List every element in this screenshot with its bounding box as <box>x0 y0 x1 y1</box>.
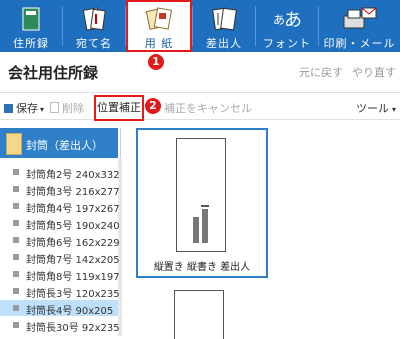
save-icon <box>4 104 13 113</box>
callout-1: 1 <box>148 54 164 70</box>
list-item-label: 封筒角3号 216x277 <box>26 187 120 198</box>
envelope-thumbnail <box>176 138 226 252</box>
list-item[interactable]: 封筒角8号 119x197 <box>0 266 120 283</box>
tab-label: 宛て名 <box>76 37 112 50</box>
list-item-label: 封筒角8号 119x197 <box>26 272 120 283</box>
bullet-icon <box>13 305 19 311</box>
bullet-icon <box>13 203 19 209</box>
trash-icon <box>50 102 59 113</box>
tab-font[interactable]: ああ フォント <box>256 0 318 52</box>
tab-paper[interactable]: 用 紙 <box>126 0 192 52</box>
tools-menu[interactable]: ツール ▾ <box>356 100 396 116</box>
paper-list: 封筒（差出人） 封筒角2号 240x332 封筒角3号 216x277 封筒角4… <box>0 128 122 336</box>
sender-text-bar <box>193 217 199 243</box>
ribbon: 住所録 宛て名 用 紙 差出人 ああ フォント 印刷・メール <box>0 0 400 52</box>
position-adjust-button[interactable]: 位置補正 <box>94 95 144 121</box>
svg-text:あ: あ <box>284 10 302 30</box>
sender-text-bar <box>202 209 208 243</box>
bullet-icon <box>13 254 19 260</box>
category-envelope-sender[interactable]: 封筒（差出人） <box>0 128 118 158</box>
tab-print-mail[interactable]: 印刷・メール <box>319 0 400 52</box>
category-label: 封筒（差出人） <box>26 139 103 152</box>
list-item[interactable]: 封筒角7号 142x205 <box>0 249 120 266</box>
bullet-icon <box>13 288 19 294</box>
list-item-label: 封筒長3号 120x235 <box>26 289 120 300</box>
bullet-icon <box>13 186 19 192</box>
undo-button[interactable]: 元に戻す <box>299 64 343 80</box>
bullet-icon <box>13 237 19 243</box>
callout-2: 2 <box>145 98 161 114</box>
list-item-label: 封筒長30号 92x235 <box>26 323 120 334</box>
cancel-adjust-button[interactable]: 補正をキャンセル <box>164 100 252 116</box>
delete-label: 削除 <box>62 102 84 115</box>
tab-address-book[interactable]: 住所録 <box>0 0 62 52</box>
list-item-selected[interactable]: 封筒長4号 90x205 <box>0 300 118 317</box>
tab-label: 住所録 <box>13 37 49 50</box>
tab-label: 用 紙 <box>144 37 174 50</box>
chevron-down-icon: ▾ <box>392 105 397 114</box>
tab-address[interactable]: 宛て名 <box>63 0 125 52</box>
tab-label: フォント <box>263 37 311 50</box>
list-item-label: 封筒角2号 240x332 <box>26 170 120 181</box>
list-item-label: 封筒長4号 90x205 <box>26 306 114 317</box>
bullet-icon <box>13 169 19 175</box>
delete-button[interactable]: 削除 <box>50 100 84 116</box>
list-item[interactable]: 封筒角6号 162x229 <box>0 232 120 249</box>
layout-caption: 縦置き 縦書き 差出人 <box>153 262 251 273</box>
layout-preview-next[interactable] <box>174 290 224 339</box>
sender-card-icon <box>210 6 238 32</box>
paper-icon <box>145 6 173 32</box>
list-item[interactable]: 封筒長3号 120x235 <box>0 283 120 300</box>
address-book-icon <box>17 6 45 32</box>
list-item-label: 封筒角7号 142x205 <box>26 255 120 266</box>
address-card-icon <box>80 6 108 32</box>
layout-preview-selected[interactable]: 縦置き 縦書き 差出人 <box>136 128 268 278</box>
redo-button[interactable]: やり直す <box>352 64 396 80</box>
list-item[interactable]: 封筒角4号 197x267 <box>0 198 120 215</box>
bullet-icon <box>13 322 19 328</box>
bullet-icon <box>13 220 19 226</box>
tab-label: 差出人 <box>206 37 242 50</box>
bullet-icon <box>13 271 19 277</box>
list-item-label: 封筒角6号 162x229 <box>26 238 120 249</box>
list-item[interactable]: 封筒長30号 92x235 <box>0 317 120 334</box>
list-item[interactable]: 封筒角2号 240x332 <box>0 164 120 181</box>
sender-mark <box>201 205 209 207</box>
tab-sender[interactable]: 差出人 <box>193 0 255 52</box>
tab-label: 印刷・メール <box>323 37 396 50</box>
page-title: 会社用住所録 <box>8 64 99 82</box>
list-item[interactable]: 封筒角3号 216x277 <box>0 181 120 198</box>
list-item[interactable]: 封筒角5号 190x240 <box>0 215 120 232</box>
list-item-label: 封筒角5号 190x240 <box>26 221 120 232</box>
list-item-label: 封筒角4号 197x267 <box>26 204 120 215</box>
save-label: 保存 <box>16 102 38 115</box>
font-icon: ああ <box>270 4 304 31</box>
chevron-down-icon: ▾ <box>40 105 45 114</box>
save-button[interactable]: 保存 ▾ <box>4 100 44 116</box>
printer-mail-icon <box>342 6 378 32</box>
tools-label: ツール <box>356 102 389 115</box>
envelope-icon <box>6 133 22 155</box>
